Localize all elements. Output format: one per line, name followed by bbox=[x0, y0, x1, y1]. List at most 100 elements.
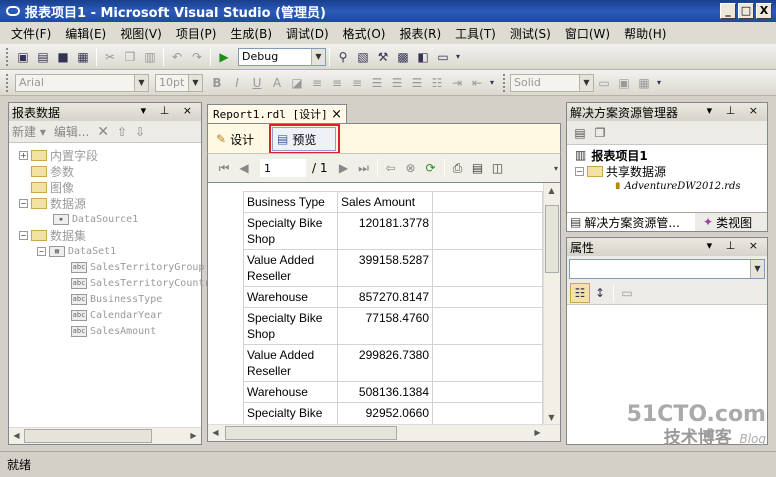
close-button[interactable]: X bbox=[756, 3, 772, 19]
panel-pin-icon[interactable]: ▾ ⊥ × bbox=[707, 239, 763, 252]
border-icon[interactable]: ▦ bbox=[634, 73, 654, 93]
save-icon[interactable]: ■ bbox=[53, 47, 73, 67]
cut-icon[interactable]: ✂ bbox=[100, 47, 120, 67]
tab-report1-design[interactable]: Report1.rdl [设计] × bbox=[207, 104, 347, 123]
tree-field-sales-territory-group[interactable]: abc SalesTerritoryGroup bbox=[71, 259, 204, 275]
tree-node-ds-file[interactable]: ▮ AdventureDW2012.rds bbox=[615, 178, 741, 190]
undo-icon[interactable]: ↶ bbox=[167, 47, 187, 67]
open-icon[interactable]: ▤ bbox=[33, 47, 53, 67]
tree-field-calendar-year[interactable]: abc CalendarYear bbox=[71, 307, 162, 323]
first-page-icon[interactable]: ⏮ bbox=[214, 158, 234, 178]
tree-field-sales-territory-country[interactable]: abc SalesTerritoryCountry bbox=[71, 275, 216, 291]
menu-file[interactable]: 文件(F) bbox=[4, 25, 58, 42]
print-icon[interactable]: ⎙ bbox=[448, 158, 468, 178]
tab-class-view[interactable]: ✦ 类视图 bbox=[695, 213, 752, 231]
align-left-icon[interactable]: ≡ bbox=[307, 73, 327, 93]
border-color-icon[interactable]: ▣ bbox=[614, 73, 634, 93]
print-layout-icon[interactable]: ▤ bbox=[468, 158, 488, 178]
back-icon[interactable]: ⇦ bbox=[381, 158, 401, 178]
categorized-icon[interactable]: ☷ bbox=[570, 282, 590, 303]
previous-page-icon[interactable]: ◀ bbox=[234, 158, 254, 178]
menu-tools[interactable]: 工具(T) bbox=[448, 25, 503, 42]
scroll-thumb[interactable] bbox=[225, 426, 397, 440]
scroll-thumb[interactable] bbox=[545, 205, 559, 273]
bold-button[interactable]: B bbox=[207, 73, 227, 93]
tree-field-sales-amount[interactable]: abc SalesAmount bbox=[71, 323, 156, 339]
indent-icon[interactable]: ⇥ bbox=[447, 73, 467, 93]
menu-debug[interactable]: 调试(D) bbox=[279, 25, 336, 42]
toolbar-options-icon[interactable]: ▾ bbox=[453, 47, 463, 67]
save-all-icon[interactable]: ▦ bbox=[73, 47, 93, 67]
italic-button[interactable]: I bbox=[227, 73, 247, 93]
command-window-icon[interactable]: ▭ bbox=[433, 47, 453, 67]
menu-window[interactable]: 窗口(W) bbox=[558, 25, 617, 42]
property-pages-icon[interactable]: ▭ bbox=[617, 283, 637, 303]
new-project-icon[interactable]: ▣ bbox=[13, 47, 33, 67]
page-number-input[interactable]: 1 bbox=[260, 159, 306, 177]
tree-horizontal-scrollbar[interactable]: ◀ ▶ bbox=[9, 427, 201, 444]
preview-vertical-scrollbar[interactable]: ▲ ▼ bbox=[543, 183, 560, 425]
font-size-select[interactable]: 10pt ▼ bbox=[155, 73, 203, 92]
start-page-icon[interactable]: ◧ bbox=[413, 47, 433, 67]
background-color-icon[interactable]: ◪ bbox=[287, 73, 307, 93]
toolbar-options-icon[interactable]: ▾ bbox=[654, 73, 664, 93]
tree-node-datasource1[interactable]: ▪ DataSource1 bbox=[53, 211, 138, 227]
refresh-icon[interactable]: ⟳ bbox=[421, 158, 441, 178]
minimize-button[interactable]: _ bbox=[720, 3, 736, 19]
menu-view[interactable]: 视图(V) bbox=[113, 25, 169, 42]
tab-design[interactable]: ✎ 设计 bbox=[212, 127, 268, 151]
find-icon[interactable]: ⚲ bbox=[333, 47, 353, 67]
show-all-files-icon[interactable]: ❐ bbox=[590, 123, 610, 143]
toolbar-grip[interactable] bbox=[503, 73, 506, 92]
page-setup-icon[interactable]: ◫ bbox=[488, 158, 508, 178]
new-button[interactable]: 新建 ▾ bbox=[12, 123, 46, 140]
alphabetical-icon[interactable]: ↕ bbox=[590, 283, 610, 303]
menu-report[interactable]: 报表(R) bbox=[392, 25, 448, 42]
maximize-button[interactable]: □ bbox=[738, 3, 754, 19]
outdent-icon[interactable]: ⇤ bbox=[467, 73, 487, 93]
toolbar-overflow-icon[interactable]: ▾ bbox=[554, 164, 558, 173]
menu-build[interactable]: 生成(B) bbox=[223, 25, 279, 42]
tab-solution-explorer[interactable]: ▤ 解决方案资源管... bbox=[567, 213, 695, 231]
preview-horizontal-scrollbar[interactable]: ◀ ▶ bbox=[208, 424, 560, 441]
toolbar-grip[interactable] bbox=[6, 73, 9, 92]
last-page-icon[interactable]: ⏭ bbox=[354, 158, 374, 178]
redo-icon[interactable]: ↷ bbox=[187, 47, 207, 67]
font-family-select[interactable]: Arial ▼ bbox=[15, 73, 149, 92]
border-width-icon[interactable]: ▭ bbox=[594, 73, 614, 93]
align-center-icon[interactable]: ≡ bbox=[327, 73, 347, 93]
object-select[interactable]: ▼ bbox=[569, 259, 765, 279]
menu-test[interactable]: 测试(S) bbox=[503, 25, 558, 42]
tree-node-images[interactable]: 图像 bbox=[19, 179, 74, 195]
menu-project[interactable]: 项目(P) bbox=[169, 25, 224, 42]
align-right-icon[interactable]: ≡ bbox=[347, 73, 367, 93]
next-page-icon[interactable]: ▶ bbox=[334, 158, 354, 178]
bullets-icon[interactable]: ☷ bbox=[427, 73, 447, 93]
underline-button[interactable]: U bbox=[247, 73, 267, 93]
edit-button[interactable]: 编辑... bbox=[54, 123, 89, 140]
tree-node-project[interactable]: ▥ 报表项目1 bbox=[575, 147, 648, 163]
paste-icon[interactable]: ▥ bbox=[140, 47, 160, 67]
properties-icon[interactable]: ⚒ bbox=[373, 47, 393, 67]
tree-node-data-sources[interactable]: − 数据源 bbox=[19, 195, 86, 211]
align-middle-icon[interactable]: ☰ bbox=[387, 73, 407, 93]
tree-node-shared-data-sources[interactable]: − 共享数据源 bbox=[575, 163, 666, 179]
properties-icon[interactable]: ▤ bbox=[570, 123, 590, 143]
toolbox-icon[interactable]: ▩ bbox=[393, 47, 413, 67]
border-style-select[interactable]: Solid ▼ bbox=[510, 73, 594, 92]
close-tab-icon[interactable]: × bbox=[331, 107, 342, 122]
toolbar-options-icon[interactable]: ▾ bbox=[487, 73, 497, 93]
tree-field-business-type[interactable]: abc BusinessType bbox=[71, 291, 162, 307]
stop-icon[interactable]: ⊗ bbox=[401, 158, 421, 178]
tree-node-datasets[interactable]: − 数据集 bbox=[19, 227, 86, 243]
tree-node-parameters[interactable]: 参数 bbox=[19, 163, 74, 179]
menu-edit[interactable]: 编辑(E) bbox=[58, 25, 113, 42]
align-top-icon[interactable]: ☰ bbox=[367, 73, 387, 93]
copy-icon[interactable]: ❐ bbox=[120, 47, 140, 67]
solution-explorer-icon[interactable]: ▧ bbox=[353, 47, 373, 67]
panel-pin-icon[interactable]: ▾ ⊥ × bbox=[707, 104, 763, 117]
toolbar-grip[interactable] bbox=[6, 47, 9, 66]
scroll-thumb[interactable] bbox=[24, 429, 152, 443]
solution-config-select[interactable]: Debug ▼ bbox=[238, 47, 326, 66]
move-up-icon[interactable]: ⇧ bbox=[117, 125, 127, 139]
